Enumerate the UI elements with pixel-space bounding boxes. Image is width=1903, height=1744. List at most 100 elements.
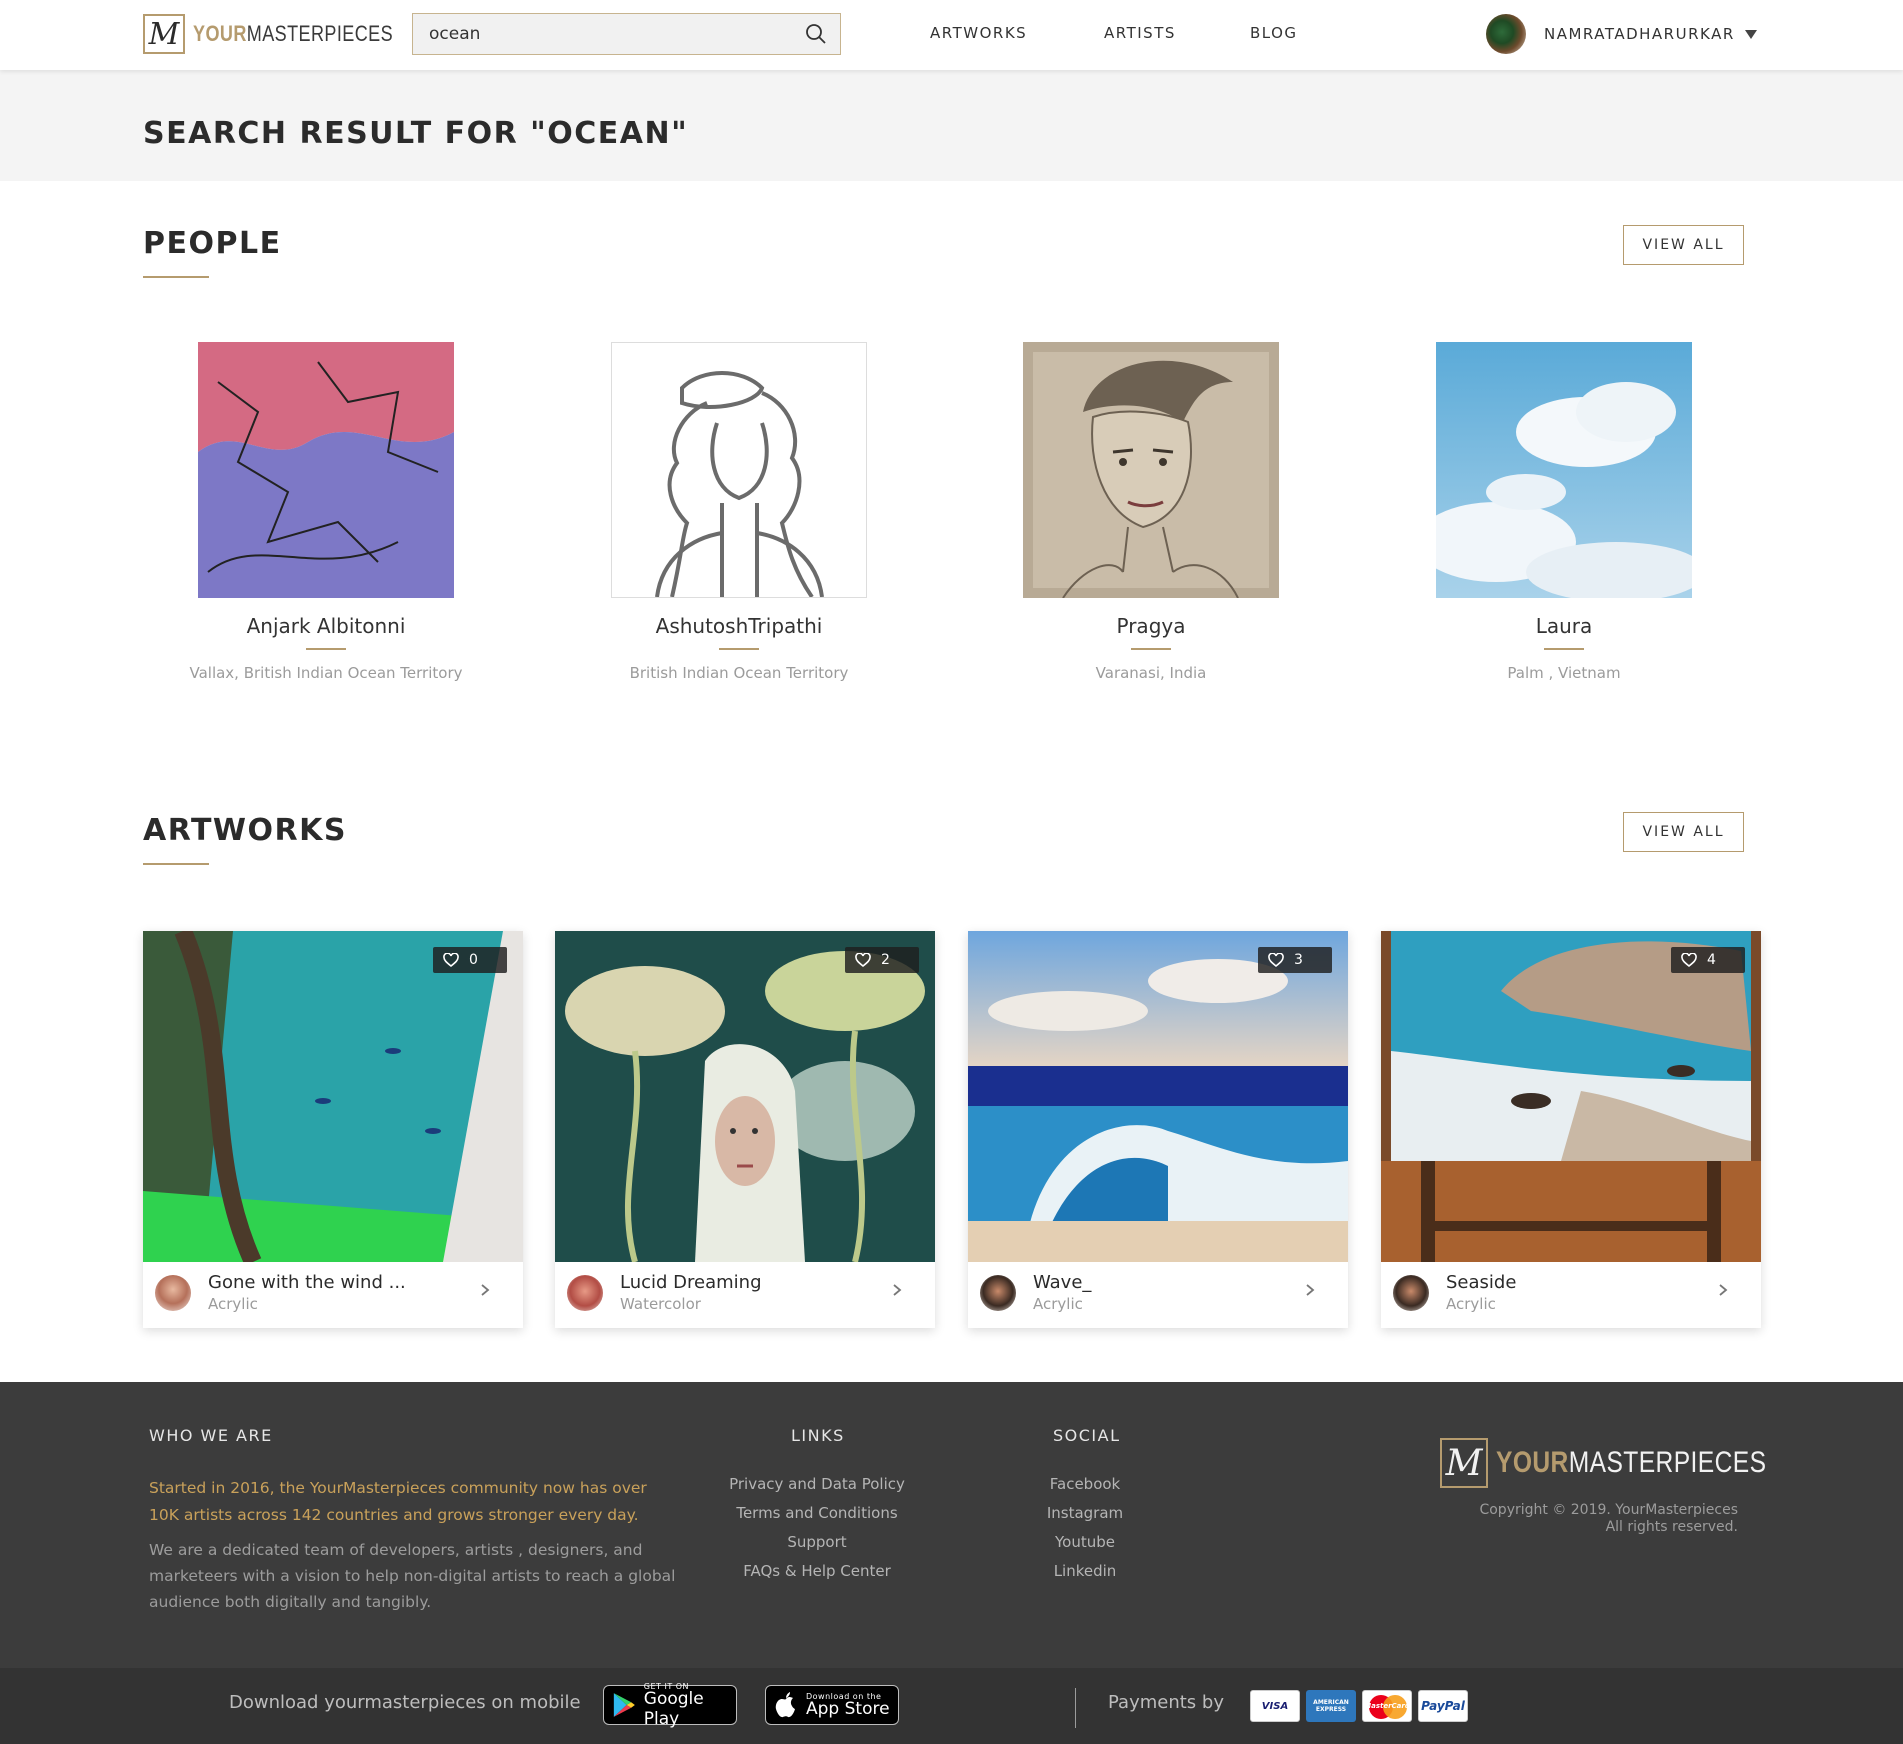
nav-blog[interactable]: BLOG (1250, 24, 1298, 42)
artwork-medium: Acrylic (208, 1295, 258, 1313)
person-avatar-placeholder[interactable] (611, 342, 867, 598)
artwork-card[interactable]: 3 Wave_ Acrylic (968, 931, 1348, 1328)
footer-link-instagram[interactable]: Instagram (975, 1504, 1195, 1522)
like-badge[interactable]: 2 (845, 947, 919, 973)
artwork-title[interactable]: Gone with the wind ... (208, 1272, 406, 1293)
chevron-right-icon[interactable] (889, 1279, 905, 1301)
top-navigation-bar: M YOURMASTERPIECES ARTWORKS ARTISTS BLOG… (0, 0, 1903, 70)
like-badge[interactable]: 0 (433, 947, 507, 973)
artist-avatar[interactable] (1393, 1275, 1429, 1311)
artwork-image[interactable]: 2 (555, 931, 935, 1262)
like-count: 0 (469, 952, 478, 968)
artwork-medium: Acrylic (1446, 1295, 1496, 1313)
apple-icon (775, 1692, 795, 1718)
artist-avatar[interactable] (155, 1275, 191, 1311)
footer-social-title: SOCIAL (1053, 1426, 1121, 1445)
bottom-bar: Download yourmasterpieces on mobile GET … (0, 1668, 1903, 1744)
artist-avatar[interactable] (567, 1275, 603, 1311)
artist-avatar[interactable] (980, 1275, 1016, 1311)
person-card[interactable]: Anjark Albitonni Vallax, British Indian … (176, 342, 476, 682)
footer-link-linkedin[interactable]: Linkedin (975, 1562, 1195, 1580)
footer-logo[interactable]: M YOURMASTERPIECES (1440, 1438, 1826, 1488)
artwork-image[interactable]: 0 (143, 931, 523, 1262)
user-name: NAMRATADHARURKAR (1544, 25, 1735, 43)
like-count: 4 (1707, 952, 1716, 968)
like-count: 3 (1294, 952, 1303, 968)
like-count: 2 (881, 952, 890, 968)
person-location: Palm , Vietnam (1507, 664, 1621, 682)
download-app-text: Download yourmasterpieces on mobile (229, 1692, 581, 1713)
people-title-underline (143, 276, 209, 278)
footer-link-terms[interactable]: Terms and Conditions (707, 1504, 927, 1522)
artwork-card[interactable]: 0 Gone with the wind ... Acrylic (143, 931, 523, 1328)
artwork-title[interactable]: Wave_ (1033, 1272, 1091, 1293)
person-divider (719, 648, 759, 650)
google-play-icon (613, 1693, 635, 1717)
person-location: Varanasi, India (1095, 664, 1207, 682)
search-icon[interactable] (804, 22, 828, 46)
person-divider (1131, 648, 1171, 650)
footer-logo-mark: M (1440, 1438, 1488, 1488)
person-divider (1544, 648, 1584, 650)
footer-who-title: WHO WE ARE (149, 1426, 273, 1445)
chevron-right-icon[interactable] (477, 1279, 493, 1301)
person-name[interactable]: Pragya (1001, 614, 1301, 638)
chevron-right-icon[interactable] (1302, 1279, 1318, 1301)
search-result-banner: SEARCH RESULT FOR "OCEAN" (0, 70, 1903, 181)
people-view-all-button[interactable]: VIEW ALL (1623, 225, 1744, 265)
footer-link-privacy[interactable]: Privacy and Data Policy (707, 1475, 927, 1493)
person-avatar-image[interactable] (1023, 342, 1279, 598)
person-name[interactable]: Laura (1414, 614, 1714, 638)
artwork-title[interactable]: Lucid Dreaming (620, 1272, 762, 1293)
artworks-section-title: ARTWORKS (143, 813, 347, 848)
artworks-view-all-button[interactable]: VIEW ALL (1623, 812, 1744, 852)
logo-wordmark: YOURMASTERPIECES (193, 21, 394, 46)
nav-artists[interactable]: ARTISTS (1104, 24, 1176, 42)
person-name[interactable]: Anjark Albitonni (176, 614, 476, 638)
person-divider (306, 648, 346, 650)
user-avatar (1486, 14, 1526, 54)
footer-link-support[interactable]: Support (707, 1533, 927, 1551)
footer-link-youtube[interactable]: Youtube (975, 1533, 1195, 1551)
artwork-medium: Watercolor (620, 1295, 701, 1313)
user-menu[interactable]: NAMRATADHARURKAR (1486, 14, 1757, 54)
logo-mark: M (143, 14, 185, 54)
person-location: Vallax, British Indian Ocean Territory (189, 664, 463, 682)
mastercard-icon: MasterCard (1362, 1690, 1412, 1722)
paypal-icon: PayPal (1418, 1690, 1468, 1722)
person-card[interactable]: Laura Palm , Vietnam (1414, 342, 1714, 682)
people-section-title: PEOPLE (143, 226, 282, 261)
chevron-right-icon[interactable] (1715, 1279, 1731, 1301)
american-express-icon: AMERICAN EXPRESS (1306, 1690, 1356, 1722)
person-location: British Indian Ocean Territory (629, 664, 849, 682)
search-result-title: SEARCH RESULT FOR "OCEAN" (143, 116, 689, 151)
site-logo[interactable]: M YOURMASTERPIECES (143, 14, 437, 54)
artworks-title-underline (143, 863, 209, 865)
app-store-button[interactable]: Download on the App Store (765, 1685, 899, 1725)
artwork-title[interactable]: Seaside (1446, 1272, 1516, 1293)
footer-link-facebook[interactable]: Facebook (975, 1475, 1195, 1493)
person-avatar-image[interactable] (198, 342, 454, 598)
artwork-card[interactable]: 4 Seaside Acrylic (1381, 931, 1761, 1328)
bottom-divider (1075, 1688, 1076, 1728)
like-badge[interactable]: 3 (1258, 947, 1332, 973)
person-avatar-image[interactable] (1436, 342, 1692, 598)
artwork-image[interactable]: 4 (1381, 931, 1761, 1262)
artwork-card[interactable]: 2 Lucid Dreaming Watercolor (555, 931, 935, 1328)
heart-icon (443, 953, 459, 967)
person-card[interactable]: AshutoshTripathi British Indian Ocean Te… (589, 342, 889, 682)
google-play-button[interactable]: GET IT ON Google Play (603, 1682, 737, 1729)
heart-icon (855, 953, 871, 967)
artwork-image[interactable]: 3 (968, 931, 1348, 1262)
footer-who-description: We are a dedicated team of developers, a… (149, 1541, 676, 1611)
visa-icon: VISA (1250, 1690, 1300, 1722)
caret-down-icon[interactable] (1744, 29, 1757, 39)
person-card[interactable]: Pragya Varanasi, India (1001, 342, 1301, 682)
person-name[interactable]: AshutoshTripathi (589, 614, 889, 638)
footer-link-faqs[interactable]: FAQs & Help Center (707, 1562, 927, 1580)
heart-icon (1268, 953, 1284, 967)
site-footer: WHO WE ARE Started in 2016, the YourMast… (0, 1382, 1903, 1668)
search-input[interactable] (413, 14, 793, 53)
like-badge[interactable]: 4 (1671, 947, 1745, 973)
nav-artworks[interactable]: ARTWORKS (930, 24, 1027, 42)
